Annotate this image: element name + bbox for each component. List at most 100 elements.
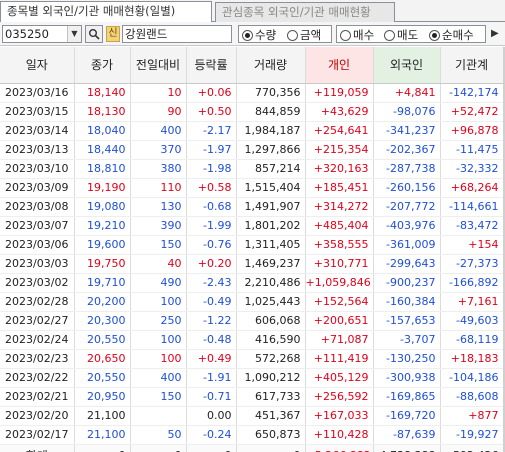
- radio-dot-icon: [429, 30, 440, 41]
- cell-date: 2023/03/02: [0, 273, 75, 293]
- cell-volume: 1,469,237: [236, 254, 306, 274]
- radio-net-buy[interactable]: 순매수: [429, 27, 474, 43]
- cell-date: 2023/03/13: [0, 140, 75, 160]
- total-label: 합계: [0, 443, 75, 452]
- cell-rate: -0.24: [186, 425, 237, 445]
- col-close[interactable]: 종가: [74, 47, 131, 84]
- table-row[interactable]: 2023/02/21 20,950 150 -0.71 617,733 +256,592-…: [0, 387, 504, 407]
- cell-individual: +1,059,846: [305, 273, 374, 293]
- col-date[interactable]: 일자: [0, 47, 75, 84]
- cell-volume: 606,068: [236, 311, 306, 331]
- stock-code-input[interactable]: 035250 ▼: [2, 25, 82, 43]
- cell-individual: +119,059: [305, 83, 374, 103]
- table-row[interactable]: 2023/03/07 19,210 390 -1.99 1,801,202 +485,40…: [0, 216, 504, 236]
- table-row[interactable]: 2023/03/08 19,080 130 -0.68 1,491,907 +314,27…: [0, 197, 504, 217]
- table-row[interactable]: 2023/03/16 18,140 10 +0.06 770,356 +119,059 +4…: [0, 83, 504, 103]
- cell-date: 2023/03/06: [0, 235, 75, 255]
- cell-institution: +877: [440, 406, 504, 426]
- cell-rate: -1.98: [186, 159, 237, 179]
- radio-dot-icon: [384, 30, 395, 41]
- radio-sell[interactable]: 매도: [384, 27, 418, 43]
- cell-individual: +167,033: [305, 406, 374, 426]
- table-row[interactable]: 2023/03/09 19,190 110 +0.58 1,515,404 +185,45…: [0, 178, 504, 198]
- cell-institution: -114,661: [440, 197, 504, 217]
- cell-rate: -1.97: [186, 140, 237, 160]
- table-row[interactable]: 2023/03/13 18,440 370 -1.97 1,297,866 +215,35…: [0, 140, 504, 160]
- radio-amount[interactable]: 금액: [287, 27, 321, 43]
- table-row[interactable]: 2023/03/15 18,130 90 +0.50 844,859 +43,629 -98…: [0, 102, 504, 122]
- cell-volume: 1,311,405: [236, 235, 306, 255]
- table-row[interactable]: 2023/02/17 21,100 50 -0.24 650,873 +110,428 -8…: [0, 425, 504, 445]
- search-icon: [89, 29, 100, 40]
- cell-date: 2023/03/10: [0, 159, 75, 179]
- col-rate[interactable]: 등락률: [186, 47, 237, 84]
- col-foreign[interactable]: 외국인: [373, 47, 441, 84]
- cell-date: 2023/02/24: [0, 330, 75, 350]
- table-row[interactable]: 2023/03/02 19,710 490 -2.43 2,210,486 +1,059,…: [0, 273, 504, 293]
- col-change[interactable]: 전일대비: [130, 47, 187, 84]
- cell-date: 2023/02/22: [0, 368, 75, 388]
- total-row: 합계 0 0 0 0 +5,266,882 -4,738,388 -592,42…: [0, 443, 504, 452]
- cell-date: 2023/03/07: [0, 216, 75, 236]
- cell-foreign: -403,976: [373, 216, 441, 236]
- tab-stock-daily[interactable]: 종목별 외국인/기관 매매현황(일별): [0, 1, 212, 22]
- table-row[interactable]: 2023/02/23 20,650 100 +0.49 572,268 +111,419-…: [0, 349, 504, 369]
- cell-close: 19,210: [74, 216, 131, 236]
- table-row[interactable]: 2023/02/20 21,100 0.00 451,367 +167,033 -169,…: [0, 406, 504, 426]
- total-foreign: -4,738,388: [373, 443, 441, 452]
- total-individual: +5,266,882: [305, 443, 374, 452]
- cell-individual: +254,641: [305, 121, 374, 141]
- cell-rate: -0.49: [186, 292, 237, 312]
- chevron-down-icon[interactable]: ▼: [67, 26, 81, 42]
- radio-dot-icon: [242, 30, 253, 41]
- cell-close: 18,130: [74, 102, 131, 122]
- table-row[interactable]: 2023/02/28 20,200 100 -0.49 1,025,443 +152,56…: [0, 292, 504, 312]
- radio-buy[interactable]: 매수: [340, 27, 374, 43]
- cell-rate: -1.91: [186, 368, 237, 388]
- cell-institution: -49,603: [440, 311, 504, 331]
- cell-date: 2023/03/08: [0, 197, 75, 217]
- cell-individual: +310,771: [305, 254, 374, 274]
- table-row[interactable]: 2023/03/14 18,040 400 -2.17 1,984,187 +254,64…: [0, 121, 504, 141]
- table-row[interactable]: 2023/02/22 20,550 400 -1.91 1,090,212 +405,12…: [0, 368, 504, 388]
- cell-foreign: -98,076: [373, 102, 441, 122]
- col-institution[interactable]: 기관계: [440, 47, 504, 84]
- cell-date: 2023/02/23: [0, 349, 75, 369]
- cell-institution: +18,183: [440, 349, 504, 369]
- table-row[interactable]: 2023/03/03 19,750 40 +0.20 1,469,237 +310,771…: [0, 254, 504, 274]
- radio-quantity[interactable]: 수량: [242, 27, 276, 43]
- search-button[interactable]: [85, 25, 103, 43]
- cell-foreign: +4,841: [373, 83, 441, 103]
- arrow-right-icon[interactable]: ▶: [491, 25, 503, 43]
- total-rate: 0: [186, 443, 237, 452]
- cell-institution: -83,472: [440, 216, 504, 236]
- col-volume[interactable]: 거래량: [236, 47, 306, 84]
- cell-close: 18,440: [74, 140, 131, 160]
- cell-volume: 1,801,202: [236, 216, 306, 236]
- cell-change: 370: [130, 140, 187, 160]
- cell-foreign: -3,707: [373, 330, 441, 350]
- cell-date: 2023/02/27: [0, 311, 75, 331]
- cell-rate: +0.06: [186, 83, 237, 103]
- cell-volume: 617,733: [236, 387, 306, 407]
- tab-bar: 종목별 외국인/기관 매매현황(일별) 관심종목 외국인/기관 매매현황: [0, 0, 505, 22]
- cell-rate: +0.20: [186, 254, 237, 274]
- table-row[interactable]: 2023/02/27 20,300 250 -1.22 606,068 +200,651-…: [0, 311, 504, 331]
- cell-change: 380: [130, 159, 187, 179]
- cell-rate: -0.48: [186, 330, 237, 350]
- cell-institution: +52,472: [440, 102, 504, 122]
- table-row[interactable]: 2023/02/24 20,550 100 -0.48 416,590 +71,087 -3…: [0, 330, 504, 350]
- stock-name-field: 강원랜드: [122, 25, 232, 43]
- cell-institution: +154: [440, 235, 504, 255]
- cell-volume: 1,297,866: [236, 140, 306, 160]
- table-row[interactable]: 2023/03/06 19,600 150 -0.76 1,311,405 +358,55…: [0, 235, 504, 255]
- cell-rate: -1.22: [186, 311, 237, 331]
- col-individual[interactable]: 개인: [305, 47, 374, 84]
- tab-watchlist[interactable]: 관심종목 외국인/기관 매매현황: [215, 2, 395, 22]
- cell-close: 18,810: [74, 159, 131, 179]
- new-badge[interactable]: 신: [106, 26, 120, 42]
- cell-individual: +185,451: [305, 178, 374, 198]
- table-row[interactable]: 2023/03/10 18,810 380 -1.98 857,214 +320,163-…: [0, 159, 504, 179]
- cell-change: 100: [130, 349, 187, 369]
- cell-institution: -27,373: [440, 254, 504, 274]
